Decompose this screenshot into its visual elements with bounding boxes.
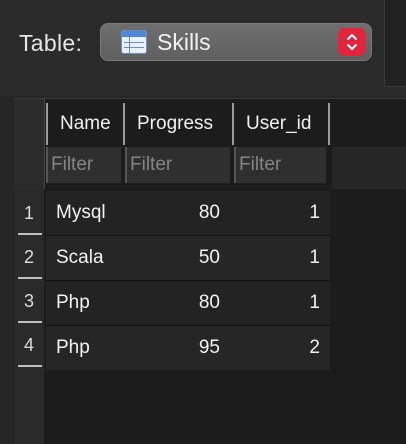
table-row[interactable]: Php 95 2 bbox=[46, 326, 330, 370]
table-row[interactable]: Scala 50 1 bbox=[46, 236, 330, 280]
column-header-progress[interactable]: Progress bbox=[123, 103, 232, 145]
sqlite-browse-window: Table: Skills Name Progress User_id Filt… bbox=[0, 0, 406, 444]
table-select[interactable]: Skills bbox=[100, 23, 372, 61]
cell-progress[interactable]: 50 bbox=[123, 236, 230, 280]
table-icon bbox=[121, 30, 147, 54]
cell-user-id[interactable]: 2 bbox=[230, 326, 330, 370]
header-filler bbox=[332, 147, 406, 189]
cell-user-id[interactable]: 1 bbox=[230, 191, 330, 235]
cell-name[interactable]: Php bbox=[46, 326, 123, 370]
table-label: Table: bbox=[19, 30, 83, 56]
filter-row bbox=[46, 147, 330, 183]
cell-progress[interactable]: 95 bbox=[123, 326, 230, 370]
cell-user-id[interactable]: 1 bbox=[230, 281, 330, 325]
row-number[interactable]: 4 bbox=[14, 323, 44, 367]
cell-name[interactable]: Php bbox=[46, 281, 123, 325]
cell-name[interactable]: Mysql bbox=[46, 191, 123, 235]
column-header-row: Name Progress User_id bbox=[46, 103, 330, 145]
column-header-user-id[interactable]: User_id bbox=[232, 103, 330, 145]
filter-input-name[interactable] bbox=[46, 147, 121, 183]
cell-progress[interactable]: 80 bbox=[123, 191, 230, 235]
cell-user-id[interactable]: 1 bbox=[230, 236, 330, 280]
row-number[interactable]: 1 bbox=[14, 191, 44, 235]
row-number[interactable]: 3 bbox=[14, 279, 44, 323]
filter-input-user-id[interactable] bbox=[234, 147, 326, 183]
filter-input-progress[interactable] bbox=[125, 147, 230, 183]
selected-table-name: Skills bbox=[157, 29, 211, 55]
cell-name[interactable]: Scala bbox=[46, 236, 123, 280]
gutter-header bbox=[14, 99, 45, 189]
side-panel-edge bbox=[384, 0, 406, 87]
row-number[interactable]: 2 bbox=[14, 235, 44, 279]
cell-progress[interactable]: 80 bbox=[123, 281, 230, 325]
table-row[interactable]: Mysql 80 1 bbox=[46, 191, 330, 235]
up-down-stepper-icon[interactable] bbox=[338, 28, 366, 56]
toolbar: Table: Skills bbox=[0, 0, 406, 96]
table-row[interactable]: Php 80 1 bbox=[46, 281, 330, 325]
column-header-name[interactable]: Name bbox=[46, 103, 123, 145]
data-grid: Name Progress User_id 1 2 3 4 Mysql 80 1… bbox=[14, 98, 406, 444]
